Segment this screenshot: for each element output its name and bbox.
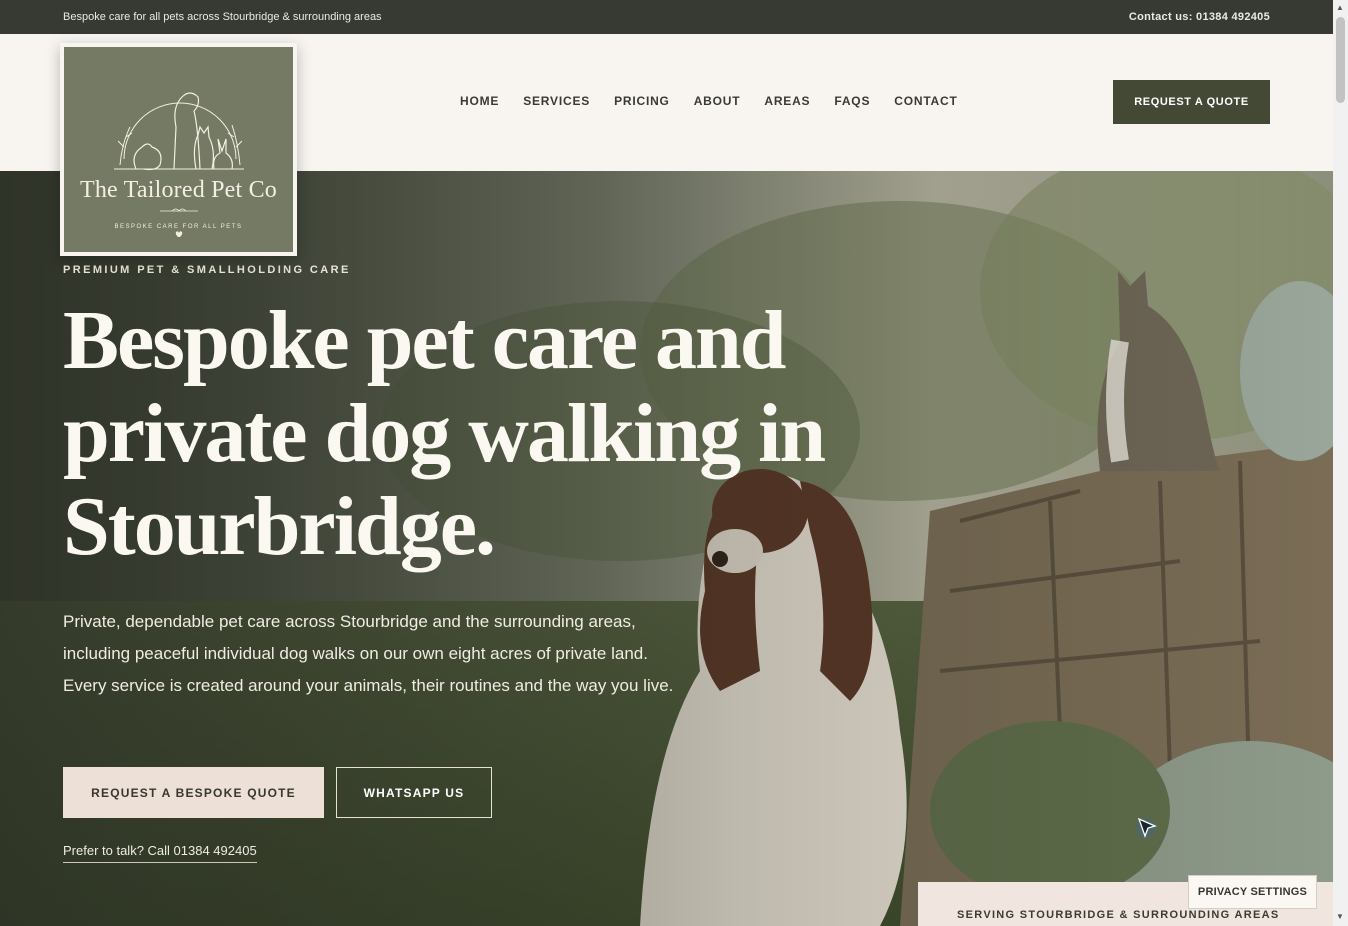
- logo-badge: The Tailored Pet Co BESPOKE CARE FOR ALL…: [64, 47, 293, 252]
- top-bar-contact-link[interactable]: Contact us: 01384 492405: [1129, 11, 1270, 23]
- hero-eyebrow: PREMIUM PET & SMALLHOLDING CARE: [63, 264, 351, 276]
- page-scrollbar[interactable]: [1333, 0, 1348, 926]
- logo-subtitle: BESPOKE CARE FOR ALL PETS: [114, 224, 243, 230]
- scroll-down-icon[interactable]: ▼: [1336, 912, 1344, 921]
- privacy-settings-button[interactable]: PRIVACY SETTINGS: [1188, 875, 1317, 909]
- logo-animals-illustration: [114, 92, 244, 237]
- nav-about[interactable]: ABOUT: [694, 94, 741, 108]
- hero-headline: Bespoke pet care and private dog walking…: [63, 294, 826, 573]
- nav-areas[interactable]: AREAS: [764, 94, 810, 108]
- page: Bespoke care for all pets across Stourbr…: [0, 0, 1333, 926]
- top-bar-tagline: Bespoke care for all pets across Stourbr…: [63, 11, 382, 23]
- request-quote-button[interactable]: REQUEST A QUOTE: [1113, 80, 1270, 124]
- nav-services[interactable]: SERVICES: [523, 94, 590, 108]
- scrollbar-thumb[interactable]: [1336, 17, 1345, 103]
- nav-faqs[interactable]: FAQS: [834, 94, 870, 108]
- nav-home[interactable]: HOME: [460, 94, 499, 108]
- hero-section: PREMIUM PET & SMALLHOLDING CARE Bespoke …: [0, 171, 1333, 926]
- main-nav: HOME SERVICES PRICING ABOUT AREAS FAQS C…: [460, 94, 982, 108]
- hero-description: Private, dependable pet care across Stou…: [63, 612, 674, 695]
- call-phone-link[interactable]: Prefer to talk? Call 01384 492405: [63, 843, 257, 863]
- request-bespoke-quote-button[interactable]: REQUEST A BESPOKE QUOTE: [63, 767, 324, 818]
- nav-pricing[interactable]: PRICING: [614, 94, 670, 108]
- whatsapp-button[interactable]: WHATSAPP US: [336, 767, 492, 818]
- top-bar: Bespoke care for all pets across Stourbr…: [0, 0, 1333, 34]
- serving-areas-text: SERVING STOURBRIDGE & SURROUNDING AREAS: [957, 909, 1280, 921]
- site-logo[interactable]: The Tailored Pet Co BESPOKE CARE FOR ALL…: [60, 43, 297, 256]
- logo-title: The Tailored Pet Co: [80, 177, 277, 203]
- mouse-cursor-icon: [1136, 817, 1157, 838]
- scroll-up-icon[interactable]: ▲: [1336, 3, 1344, 12]
- nav-contact[interactable]: CONTACT: [894, 94, 957, 108]
